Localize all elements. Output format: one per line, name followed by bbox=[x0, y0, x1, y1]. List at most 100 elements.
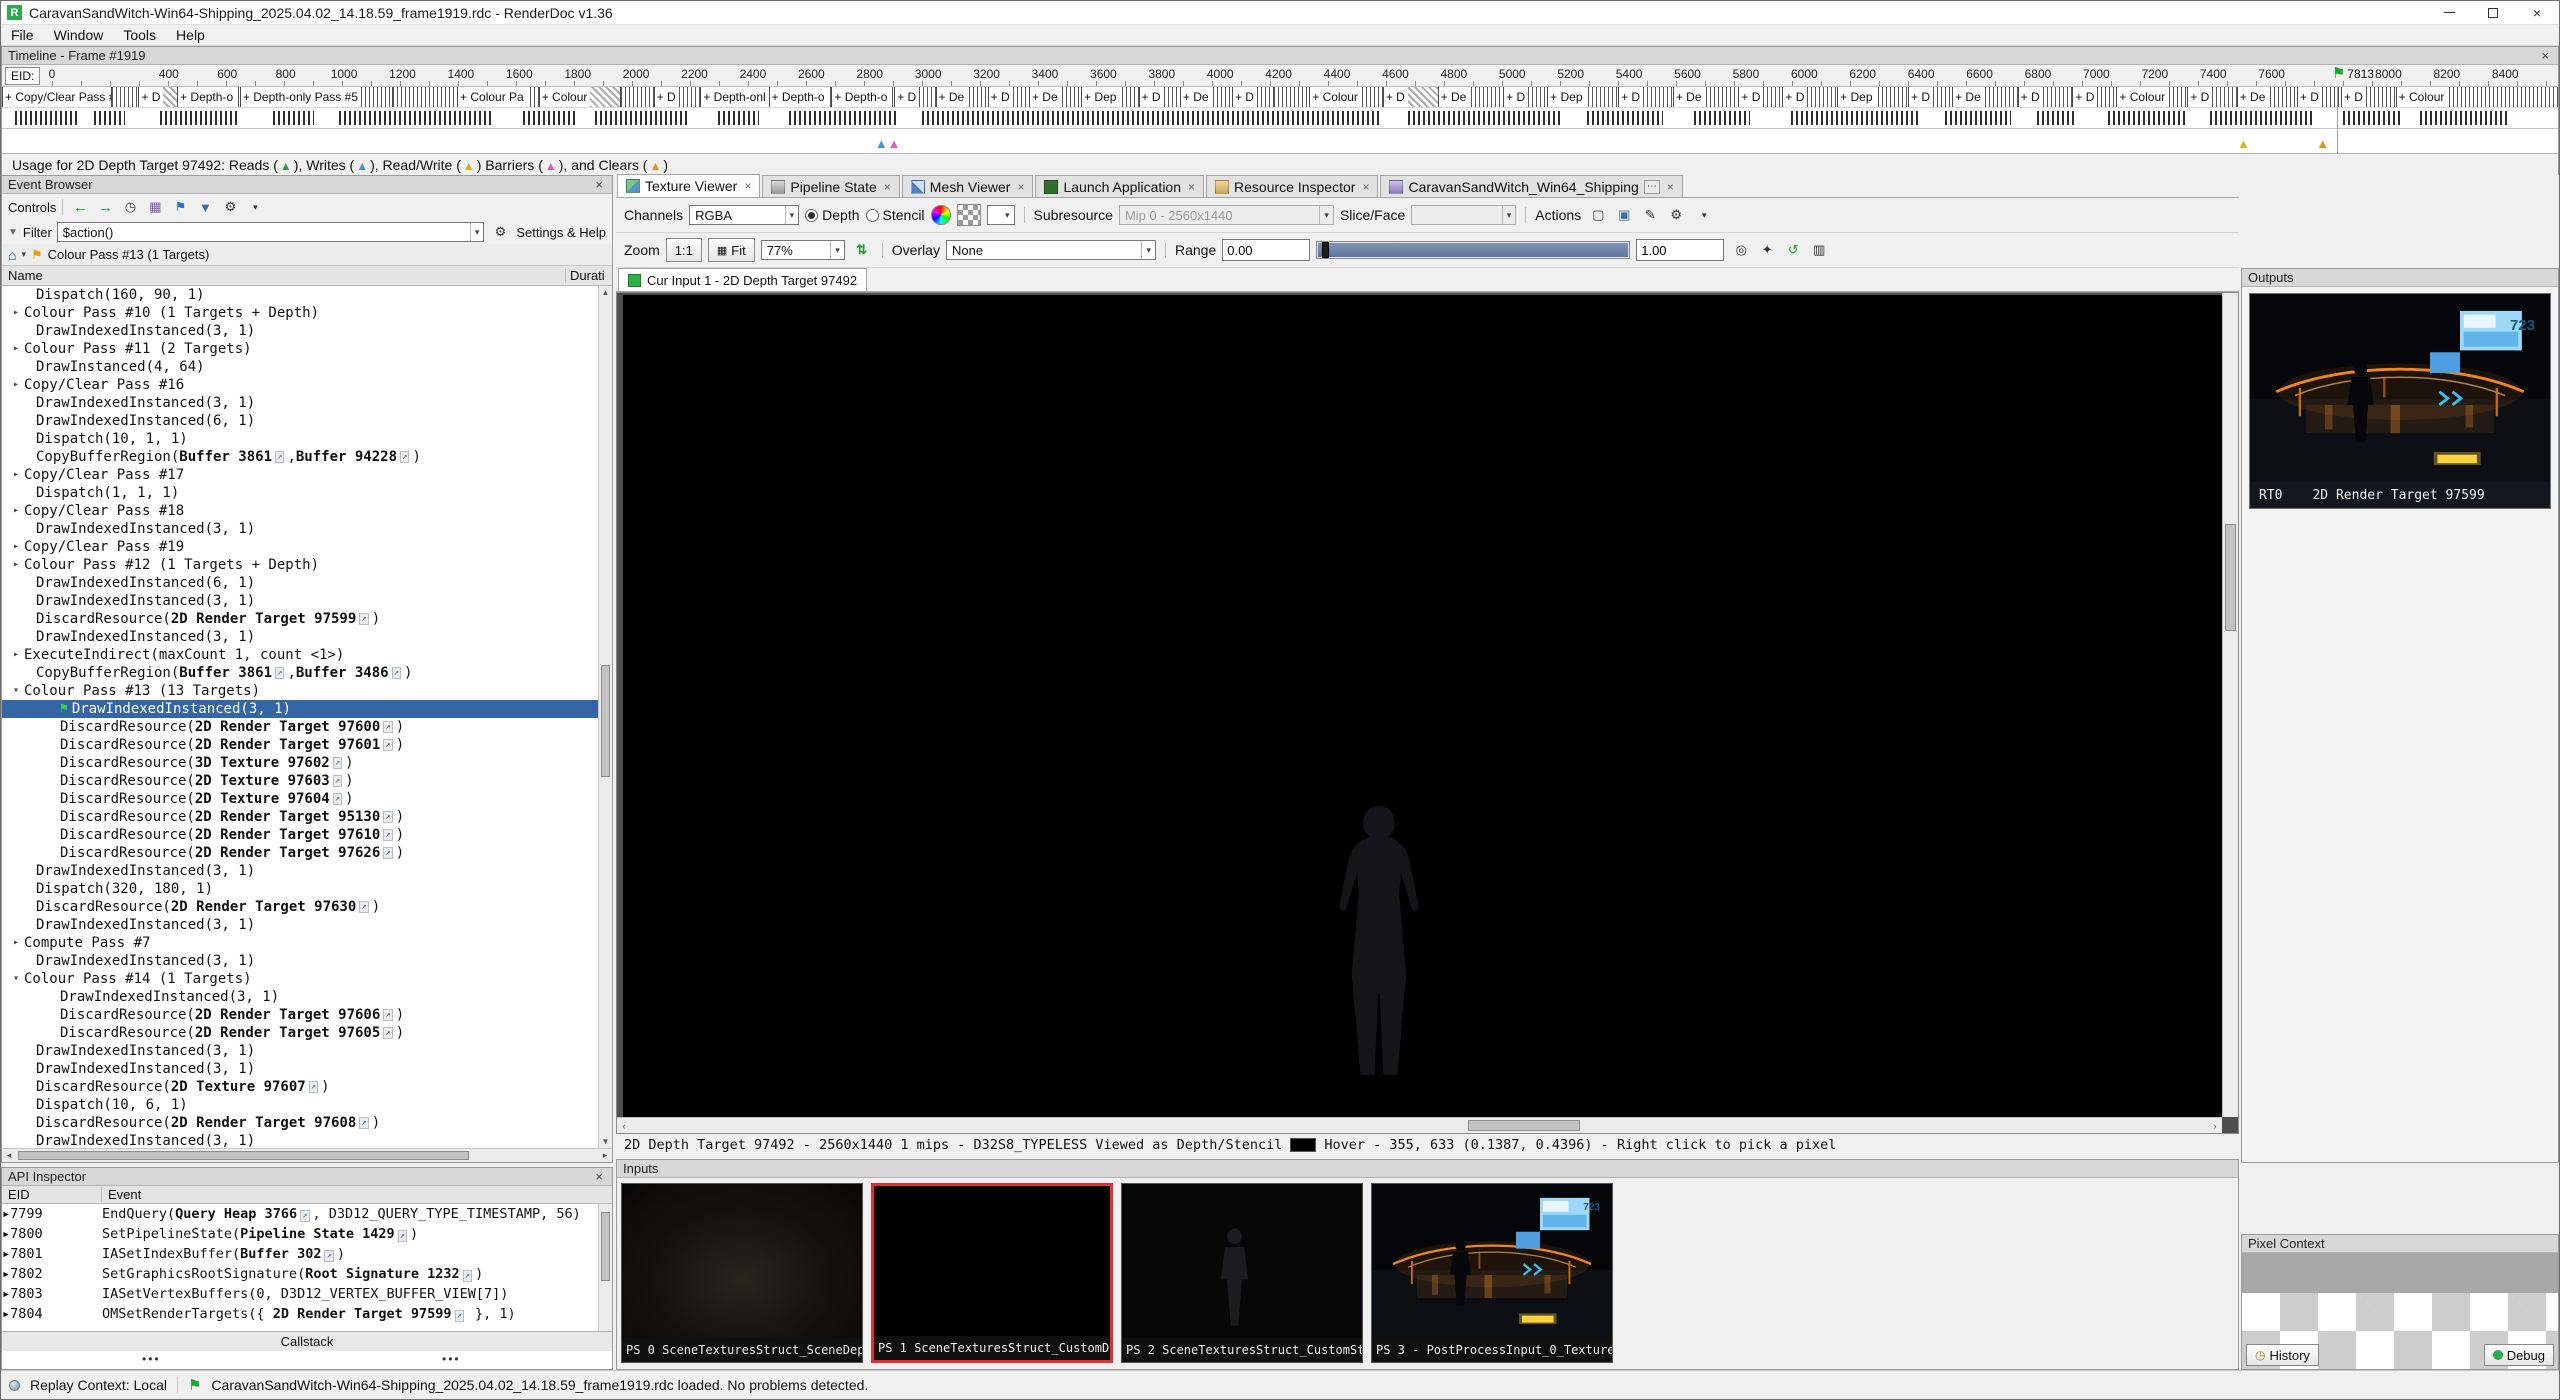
expander-icon[interactable]: ▸ bbox=[8, 304, 24, 322]
menu-tools[interactable]: Tools bbox=[113, 27, 166, 43]
go-next-icon[interactable]: → bbox=[94, 197, 116, 217]
expander-icon[interactable]: ▸ bbox=[2, 1224, 10, 1244]
resource-name[interactable]: Pipeline State 1429 bbox=[240, 1226, 394, 1242]
timeline-ruler[interactable]: EID: ⚑ 7813 0400600800100012001400160018… bbox=[2, 65, 2558, 87]
viewport-vscrollbar[interactable] bbox=[2222, 293, 2238, 1117]
timeline-pass-segment[interactable]: + D bbox=[654, 87, 701, 107]
autofit-icon[interactable]: ✦ bbox=[1756, 240, 1778, 260]
callstack-header[interactable]: Callstack bbox=[2, 1331, 612, 1351]
zoom-combobox[interactable]: 77% ▾ bbox=[761, 240, 845, 260]
timeline-pass-segment[interactable] bbox=[1273, 87, 1309, 107]
timeline-pass-segment[interactable]: + D bbox=[1908, 87, 1952, 107]
checkerboard-background-button[interactable] bbox=[957, 204, 981, 226]
tab-capture[interactable]: CaravanSandWitch_Win64_Shipping⋯× bbox=[1380, 175, 1682, 197]
timeline-pass-segment[interactable]: + Depth-o bbox=[769, 87, 832, 107]
export-icon[interactable]: ▼ bbox=[194, 197, 216, 217]
timeline-pass-segment[interactable] bbox=[111, 87, 139, 107]
event-row[interactable]: ⚑DrawIndexedInstanced(3, 1) bbox=[2, 700, 598, 718]
event-row[interactable]: ▸Copy/Clear Pass #17 bbox=[2, 466, 598, 484]
timeline-pass-segment[interactable]: + D bbox=[2018, 87, 2073, 107]
expander-icon[interactable]: ▸ bbox=[2, 1264, 10, 1284]
event-row[interactable]: ▸Colour Pass #11 (2 Targets) bbox=[2, 340, 598, 358]
pixel-context-view[interactable]: ◷ History Debug bbox=[2242, 1253, 2558, 1369]
filter-combobox[interactable]: $action() ▾ bbox=[57, 222, 485, 242]
timeline-pass-segment[interactable]: + D bbox=[1782, 87, 1837, 107]
tab-texture-viewer[interactable]: Texture Viewer× bbox=[617, 174, 760, 197]
api-event-list[interactable]: ▸7799EndQuery(Query Heap 3766↗, D3D12_QU… bbox=[2, 1204, 598, 1331]
event-row[interactable]: DiscardResource(2D Render Target 97600↗) bbox=[2, 718, 598, 736]
menu-help[interactable]: Help bbox=[166, 27, 215, 43]
resource-link-icon[interactable]: ↗ bbox=[463, 1270, 472, 1282]
resource-name[interactable]: 2D Render Target 97601 bbox=[195, 736, 380, 754]
event-row[interactable]: ▸Compute Pass #7 bbox=[2, 934, 598, 952]
actions-dropdown-icon[interactable]: ▾ bbox=[1693, 205, 1715, 225]
event-row[interactable]: ▸Colour Pass #10 (1 Targets + Depth) bbox=[2, 304, 598, 322]
usage-marker-icon[interactable]: ▲ bbox=[888, 137, 901, 150]
resource-name[interactable]: 2D Render Target 97626 bbox=[195, 844, 380, 862]
event-row[interactable]: ▸Copy/Clear Pass #16 bbox=[2, 376, 598, 394]
statistics-icon[interactable]: ▦ bbox=[144, 197, 166, 217]
stencil-radio[interactable]: Stencil bbox=[866, 207, 925, 223]
timeline-pass-segment[interactable]: + De bbox=[936, 87, 988, 107]
timeline-pass-segment[interactable]: + Colour bbox=[2116, 87, 2187, 107]
pixel-context-title-bar[interactable]: Pixel Context bbox=[2242, 1235, 2558, 1253]
api-event-row[interactable]: ▸7801IASetIndexBuffer(Buffer 302↗) bbox=[2, 1244, 598, 1264]
timeline-pass-segment[interactable]: + Dep bbox=[1837, 87, 1908, 107]
timeline-pass-segment[interactable]: + D bbox=[894, 87, 935, 107]
api-inspector-vscrollbar[interactable] bbox=[598, 1204, 612, 1331]
expander-icon[interactable]: ▸ bbox=[2, 1284, 10, 1304]
scroll-left-icon[interactable]: ◂ bbox=[2, 1149, 16, 1162]
timeline-pass-segment[interactable]: + Colour Pa bbox=[457, 87, 539, 107]
event-row[interactable]: DiscardResource(2D Render Target 97610↗) bbox=[2, 826, 598, 844]
timeline-pass-segment[interactable]: + Colour bbox=[1309, 87, 1383, 107]
event-row[interactable]: ▸Colour Pass #12 (1 Targets + Depth) bbox=[2, 556, 598, 574]
resource-link-icon[interactable]: ↗ bbox=[275, 451, 284, 463]
resource-link-icon[interactable]: ↗ bbox=[383, 847, 392, 859]
minimize-button[interactable] bbox=[2427, 1, 2471, 24]
texture-canvas[interactable] bbox=[623, 295, 2222, 1117]
range-handle[interactable] bbox=[1322, 242, 1329, 258]
resource-link-icon[interactable]: ↗ bbox=[359, 901, 368, 913]
timeline-pass-segment[interactable] bbox=[392, 87, 458, 107]
event-row[interactable]: DiscardResource(2D Render Target 97630↗) bbox=[2, 898, 598, 916]
menu-window[interactable]: Window bbox=[44, 27, 114, 43]
event-row[interactable]: DrawIndexedInstanced(3, 1) bbox=[2, 862, 598, 880]
resource-link-icon[interactable]: ↗ bbox=[275, 667, 284, 679]
api-event-row[interactable]: ▸7800SetPipelineState(Pipeline State 142… bbox=[2, 1224, 598, 1244]
viewport-hscrollbar[interactable]: ‹ › bbox=[617, 1117, 2222, 1133]
current-input-tab[interactable]: Cur Input 1 - 2D Depth Target 97492 bbox=[618, 268, 867, 291]
event-row[interactable]: DrawIndexedInstanced(3, 1) bbox=[2, 628, 598, 646]
tab-close-icon[interactable]: × bbox=[1667, 180, 1674, 194]
zoom-1to1-button[interactable]: 1:1 bbox=[666, 238, 702, 262]
chevron-down-icon[interactable]: ▾ bbox=[1001, 206, 1014, 224]
input-thumbnail[interactable]: PS 1 SceneTexturesStruct_CustomDepthText bbox=[871, 1183, 1113, 1363]
timeline-pass-segment[interactable]: + D bbox=[2341, 87, 2396, 107]
tab-close-icon[interactable]: × bbox=[1188, 180, 1195, 194]
event-row[interactable]: DiscardResource(2D Render Target 97605↗) bbox=[2, 1024, 598, 1042]
timeline-close-icon[interactable]: × bbox=[2538, 48, 2552, 63]
event-row[interactable]: DiscardResource(2D Render Target 97606↗) bbox=[2, 1006, 598, 1024]
chevron-down-icon[interactable]: ▾ bbox=[21, 249, 26, 260]
event-row[interactable]: DrawIndexedInstanced(3, 1) bbox=[2, 520, 598, 538]
column-event[interactable]: Event bbox=[102, 1187, 612, 1202]
resource-link-icon[interactable]: ↗ bbox=[400, 451, 409, 463]
usage-marker-icon[interactable]: ▲ bbox=[2316, 137, 2329, 150]
resource-name[interactable]: Buffer 302 bbox=[240, 1246, 321, 1262]
settings-help-link[interactable]: Settings & Help bbox=[516, 225, 606, 240]
event-row[interactable]: CopyBufferRegion(Buffer 3861↗, Buffer 34… bbox=[2, 664, 598, 682]
resource-link-icon[interactable]: ↗ bbox=[383, 811, 392, 823]
timeline-markers-row[interactable]: ▲▲▲▲ bbox=[2, 129, 2558, 154]
radio-on-icon[interactable] bbox=[805, 209, 818, 222]
resource-link-icon[interactable]: ↗ bbox=[398, 1230, 407, 1242]
event-row[interactable]: DrawIndexedInstanced(3, 1) bbox=[2, 322, 598, 340]
resource-link-icon[interactable]: ↗ bbox=[383, 1009, 392, 1021]
resource-link-icon[interactable]: ↗ bbox=[383, 829, 392, 841]
resource-name[interactable]: Query Heap 3766 bbox=[175, 1206, 297, 1222]
chevron-down-icon[interactable]: ▾ bbox=[830, 241, 844, 259]
resource-link-icon[interactable]: ↗ bbox=[333, 775, 342, 787]
api-event-row[interactable]: ▸7803IASetVertexBuffers(0, D3D12_VERTEX_… bbox=[2, 1284, 598, 1304]
column-name[interactable]: Name bbox=[2, 268, 566, 283]
scroll-right-icon[interactable]: ▸ bbox=[598, 1149, 612, 1162]
resource-link-icon[interactable]: ↗ bbox=[359, 613, 368, 625]
expander-icon[interactable]: ▸ bbox=[8, 466, 24, 484]
